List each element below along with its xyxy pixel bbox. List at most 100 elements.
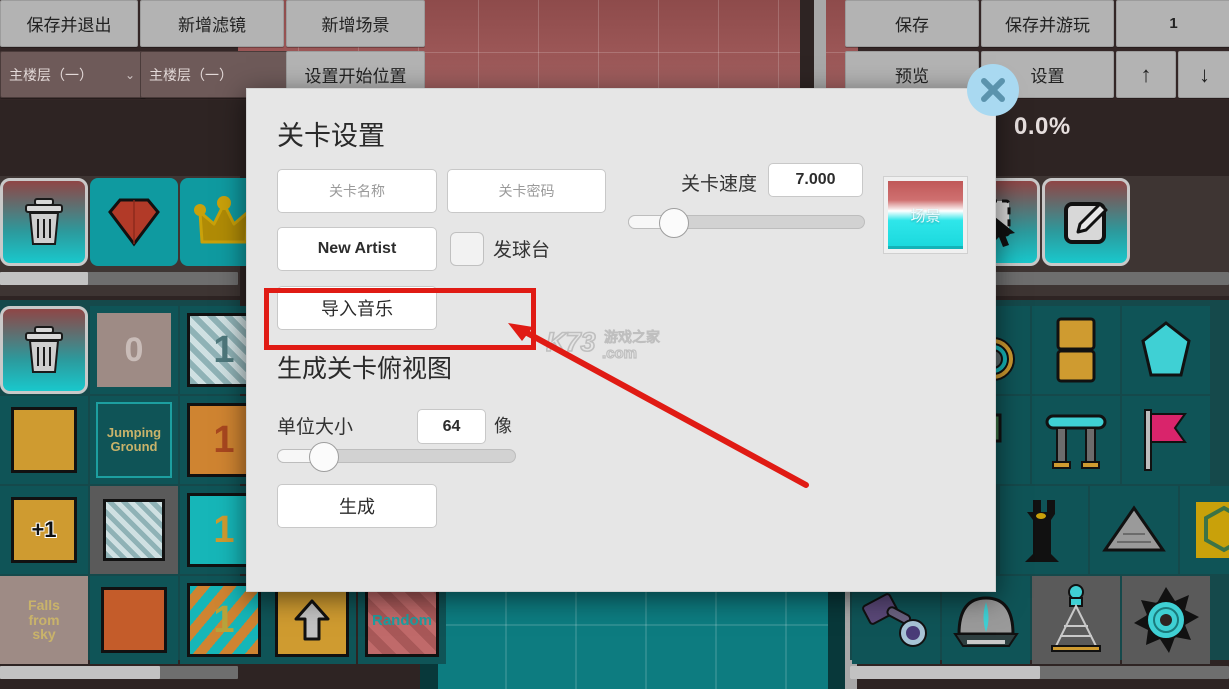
floor-select-dropdown[interactable]: 主楼层（一） ⌄ (0, 51, 146, 98)
left-grid-row-3: +1 1 (0, 486, 270, 574)
add-scene-button[interactable]: 新增场景 (286, 0, 425, 47)
left-palette-scrollbar-bottom[interactable] (0, 666, 238, 679)
tile-label: 1 (213, 418, 235, 461)
left-palette-scrollbar-top[interactable] (0, 272, 238, 285)
delete-tile[interactable] (0, 178, 88, 266)
floor-name-label: 主楼层（一） (149, 66, 233, 83)
arrow-up-icon: ↑ (1140, 61, 1152, 87)
unit-size-label: 单位大小 (277, 417, 354, 438)
left-grid-row-2: Jumping Ground 1 (0, 396, 270, 484)
crown-icon (194, 196, 250, 244)
plus-one-tile[interactable]: +1 (0, 486, 88, 574)
generate-label: 生成 (339, 497, 375, 517)
dome-icon (953, 596, 1019, 647)
gold-gear-icon (1196, 502, 1229, 558)
scene-thumbnail-button[interactable]: 场景 (883, 176, 968, 254)
tee-checkbox[interactable] (450, 232, 484, 266)
right-palette-scrollbar-bottom[interactable] (850, 666, 1229, 679)
tile-label: Falls from sky (28, 596, 60, 643)
add-filter-label: 新增滤镜 (178, 16, 246, 35)
page-number-label: 1 (1169, 15, 1178, 32)
close-button[interactable] (967, 64, 1019, 116)
close-icon (981, 78, 1005, 102)
generate-button[interactable]: 生成 (277, 484, 437, 528)
hammer-icon (862, 593, 927, 647)
svg-text:.com: .com (602, 345, 637, 362)
tile-label: 0 (124, 330, 144, 369)
edit-tool-tile[interactable] (1042, 178, 1130, 266)
gold-pillar-tile[interactable] (1032, 306, 1120, 394)
add-scene-label: 新增场景 (321, 16, 390, 35)
gem-tile[interactable] (90, 178, 178, 266)
falls-from-sky-tile[interactable]: Falls from sky (0, 576, 88, 664)
speed-value: 7.000 (795, 171, 836, 188)
spiky-saw-tile[interactable] (1122, 576, 1210, 664)
save-and-exit-label: 保存并退出 (26, 16, 112, 35)
dialog-title: 关卡设置 (277, 121, 385, 151)
save-label: 保存 (895, 16, 929, 35)
chevron-down-icon: ⌄ (124, 67, 135, 82)
scene-thumb-label: 场景 (910, 207, 941, 225)
pencil-edit-icon (1064, 202, 1108, 244)
slider-knob[interactable] (309, 442, 339, 472)
flag-icon (1144, 409, 1187, 471)
table-icon (1045, 414, 1107, 469)
gold-block-tile[interactable] (0, 396, 88, 484)
tower-frame-tile[interactable] (1032, 576, 1120, 664)
svg-text:游戏之家: 游戏之家 (604, 329, 660, 345)
page-number-field[interactable]: 1 (1116, 0, 1229, 47)
table-tile[interactable] (1032, 396, 1120, 484)
gem-icon (108, 198, 160, 247)
save-and-play-label: 保存并游玩 (1005, 16, 1090, 35)
flag-tile[interactable] (1122, 396, 1210, 484)
crystal-tile[interactable] (1122, 306, 1210, 394)
settings-label: 设置 (1030, 67, 1065, 86)
tile-label: 1 (213, 328, 235, 371)
tee-checkbox-label: 发球台 (493, 240, 551, 261)
speed-value-input[interactable]: 7.000 (768, 163, 863, 197)
save-and-play-button[interactable]: 保存并游玩 (981, 0, 1114, 47)
block-zero-tile[interactable]: 0 (90, 306, 178, 394)
jumping-ground-tile[interactable]: Jumping Ground (90, 396, 178, 484)
gold-pillar-icon (1056, 317, 1096, 383)
tile-label: 1 (213, 508, 235, 551)
canvas-gap (800, 0, 814, 92)
unit-size-suffix: 像 (494, 416, 512, 436)
unit-size-input[interactable]: 64 (417, 409, 486, 444)
tile-label: Random (372, 611, 432, 629)
annotation-highlight-box (264, 288, 536, 350)
tile-label: 1 (213, 598, 235, 641)
add-filter-button[interactable]: 新增滤镜 (140, 0, 284, 47)
left-tool-row (0, 178, 270, 266)
tile-label: Jumping Ground (106, 425, 162, 454)
save-and-exit-button[interactable]: 保存并退出 (0, 0, 138, 47)
save-button[interactable]: 保存 (845, 0, 979, 47)
delete-tile[interactable] (0, 306, 88, 394)
move-up-button[interactable]: ↑ (1116, 51, 1176, 98)
level-name-placeholder: 关卡名称 (329, 183, 385, 199)
level-canvas-teal[interactable] (420, 588, 845, 689)
tile-label: +1 (31, 517, 57, 542)
gold-gear-tile[interactable] (1180, 486, 1229, 574)
speed-slider[interactable] (628, 208, 865, 238)
preview-label: 预览 (895, 67, 929, 86)
scrollbar-thumb[interactable] (850, 666, 1040, 679)
tower-frame-icon (1051, 584, 1101, 652)
right-grid-row-3 (1000, 486, 1229, 574)
pyramid-tile[interactable] (1090, 486, 1178, 574)
slider-knob[interactable] (659, 208, 689, 238)
progress-percent: 0.0% (1014, 113, 1071, 140)
hatched-block-tile[interactable] (90, 486, 178, 574)
rook-tower-tile[interactable] (1000, 486, 1088, 574)
set-start-position-label: 设置开始位置 (304, 67, 407, 86)
scrollbar-thumb[interactable] (0, 272, 88, 285)
trash-icon (25, 326, 63, 373)
orange-block-tile[interactable] (90, 576, 178, 664)
artist-button[interactable]: New Artist (277, 227, 437, 271)
scrollbar-thumb[interactable] (0, 666, 160, 679)
level-password-input[interactable]: 关卡密码 (447, 169, 606, 213)
move-down-button[interactable]: ↓ (1178, 51, 1229, 98)
unit-size-slider[interactable] (277, 442, 516, 472)
pyramid-icon (1102, 505, 1166, 552)
level-name-input[interactable]: 关卡名称 (277, 169, 437, 213)
